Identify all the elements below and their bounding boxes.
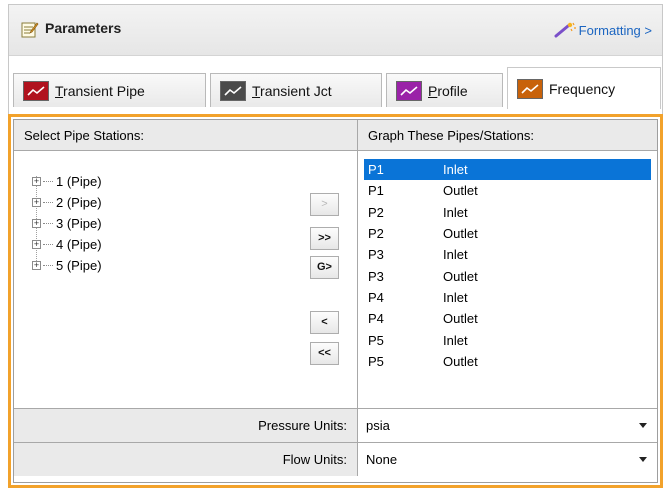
chart-line-icon <box>220 80 246 101</box>
panel-title: Parameters <box>45 20 122 36</box>
pipe-station-tree: + 1 (Pipe) + 2 (Pipe) + 3 (Pipe) + 4 (Pi… <box>32 171 102 276</box>
parameters-icon <box>21 22 39 38</box>
formatting-link[interactable]: Formatting > <box>554 22 652 38</box>
frequency-content-frame: Select Pipe Stations: Graph These Pipes/… <box>8 114 663 488</box>
wand-icon <box>554 22 576 38</box>
graph-stations-list[interactable]: P1 Inlet P1 Outlet P2 Inlet P2 Outlet P3 Inle… <box>364 159 651 372</box>
pressure-units-label: Pressure Units: <box>14 409 357 442</box>
tree-node-pipe-2[interactable]: + 2 (Pipe) <box>32 192 102 213</box>
pressure-units-row: Pressure Units: psia <box>14 408 657 442</box>
pressure-units-select[interactable]: psia <box>357 409 657 442</box>
remove-station-button[interactable]: < <box>310 311 339 334</box>
list-item[interactable]: P1 Outlet <box>364 180 651 201</box>
graph-stations-list-pane: P1 Inlet P1 Outlet P2 Inlet P2 Outlet P3 Inle… <box>357 151 657 408</box>
list-item[interactable]: P5 Outlet <box>364 351 651 372</box>
list-item[interactable]: P3 Outlet <box>364 265 651 286</box>
tab-bar: Transient Pipe Transient Jct Profile Fre… <box>9 67 662 113</box>
formatting-link-label: Formatting > <box>578 22 652 38</box>
tab-frequency[interactable]: Frequency <box>507 67 661 109</box>
flow-units-select[interactable]: None <box>357 443 657 476</box>
flow-units-label: Flow Units: <box>14 443 357 476</box>
tab-profile[interactable]: Profile <box>386 73 503 107</box>
tab-transient-pipe[interactable]: Transient Pipe <box>13 73 206 107</box>
list-item[interactable]: P2 Inlet <box>364 202 651 223</box>
list-item[interactable]: P1 Inlet <box>364 159 651 181</box>
graph-stations-heading: Graph These Pipes/Stations: <box>357 120 657 151</box>
panel-header: Parameters Formatting > <box>9 5 662 56</box>
graph-station-button[interactable]: G> <box>310 256 339 279</box>
remove-all-stations-button[interactable]: << <box>310 342 339 365</box>
chart-line-icon <box>23 80 49 101</box>
list-item[interactable]: P4 Outlet <box>364 308 651 329</box>
expand-icon[interactable]: + <box>32 240 41 249</box>
chevron-down-icon[interactable] <box>639 457 647 462</box>
pipe-station-tree-pane: + 1 (Pipe) + 2 (Pipe) + 3 (Pipe) + 4 (Pi… <box>14 151 357 408</box>
chart-line-icon <box>517 78 543 99</box>
stations-grid: Select Pipe Stations: Graph These Pipes/… <box>13 119 658 483</box>
expand-icon[interactable]: + <box>32 219 41 228</box>
expand-icon[interactable]: + <box>32 198 41 207</box>
tree-node-pipe-5[interactable]: + 5 (Pipe) <box>32 255 102 276</box>
add-station-button[interactable]: > <box>310 193 339 216</box>
tree-node-pipe-4[interactable]: + 4 (Pipe) <box>32 234 102 255</box>
expand-icon[interactable]: + <box>32 177 41 186</box>
tree-node-pipe-1[interactable]: + 1 (Pipe) <box>32 171 102 192</box>
add-all-stations-button[interactable]: >> <box>310 227 339 250</box>
select-stations-heading: Select Pipe Stations: <box>14 120 357 151</box>
pressure-units-value: psia <box>366 418 390 433</box>
chart-line-icon <box>396 80 422 101</box>
list-item[interactable]: P4 Inlet <box>364 287 651 308</box>
list-item[interactable]: P5 Inlet <box>364 329 651 350</box>
list-item[interactable]: P3 Inlet <box>364 244 651 265</box>
flow-units-value: None <box>366 452 398 467</box>
flow-units-row: Flow Units: None <box>14 442 657 476</box>
tab-transient-jct[interactable]: Transient Jct <box>210 73 382 107</box>
expand-icon[interactable]: + <box>32 261 41 270</box>
chevron-down-icon[interactable] <box>639 423 647 428</box>
tree-node-pipe-3[interactable]: + 3 (Pipe) <box>32 213 102 234</box>
list-item[interactable]: P2 Outlet <box>364 223 651 244</box>
